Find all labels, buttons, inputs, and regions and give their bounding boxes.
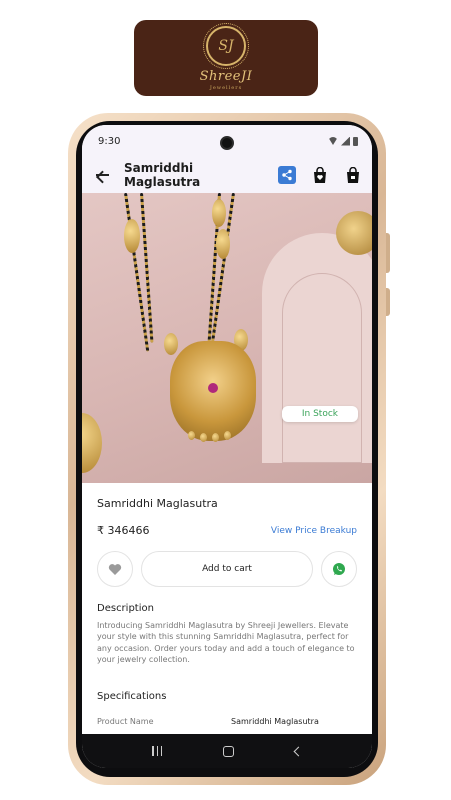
side-ornament <box>82 413 102 473</box>
pendant-drop <box>200 433 207 442</box>
spec-value: Samriddhi Maglasutra <box>231 717 319 727</box>
product-name: Samriddhi Maglasutra <box>97 497 218 510</box>
phone-screen: 9:30 Samriddhi Maglasutra In Stock Samri… <box>82 125 372 768</box>
power-button <box>386 288 390 316</box>
add-to-cart-button[interactable]: Add to cart <box>141 551 313 587</box>
description-title: Description <box>97 603 154 614</box>
pendant-drop <box>188 431 195 440</box>
logo-emblem: SJ <box>203 22 249 69</box>
pendant-drop <box>224 431 231 440</box>
product-price: ₹ 346466 <box>97 524 150 537</box>
whatsapp-button[interactable] <box>321 551 357 587</box>
action-row: Add to cart <box>97 551 357 587</box>
signal-icon <box>341 136 350 146</box>
spec-row: Product Name Samriddhi Maglasutra <box>97 717 357 726</box>
wifi-icon <box>328 137 338 145</box>
status-bar: 9:30 <box>82 125 372 157</box>
logo-monogram: SJ <box>218 37 234 54</box>
gold-bead <box>124 219 140 253</box>
system-back-icon[interactable] <box>293 746 304 756</box>
background-decor-line <box>282 273 362 463</box>
product-details: Samriddhi Maglasutra ₹ 346466 View Price… <box>82 483 372 726</box>
status-icons <box>328 136 358 146</box>
heart-icon <box>108 563 122 575</box>
brand-logo: SJ ShreeJI Jewellers <box>134 20 318 96</box>
volume-button <box>386 233 390 273</box>
stage: SJ ShreeJI Jewellers 9:30 Samriddhi Magl… <box>0 0 451 800</box>
app-bar: Samriddhi Maglasutra <box>82 157 372 193</box>
pendant-stone <box>208 383 218 393</box>
specifications-title: Specifications <box>97 691 167 703</box>
back-arrow-icon[interactable] <box>94 166 112 184</box>
wishlist-button[interactable] <box>97 551 133 587</box>
description-text: Introducing Samriddhi Maglasutra by Shre… <box>97 621 355 664</box>
pendant-drop <box>212 433 219 442</box>
product-image[interactable] <box>82 193 372 483</box>
logo-subtitle: Jewellers <box>209 84 243 91</box>
view-price-breakup-link[interactable]: View Price Breakup <box>271 526 357 536</box>
gold-bead <box>212 199 226 227</box>
spec-label: Product Name <box>97 717 154 727</box>
system-nav-bar <box>82 734 372 768</box>
price-row: ₹ 346466 View Price Breakup <box>97 524 357 537</box>
logo-name: ShreeJI <box>199 68 253 84</box>
camera-punch-hole <box>220 136 234 150</box>
brass-bowl-prop <box>336 211 372 255</box>
home-icon[interactable] <box>222 745 234 757</box>
status-time: 9:30 <box>98 135 121 147</box>
recents-icon[interactable] <box>152 746 163 756</box>
gold-bead <box>216 229 230 259</box>
share-icon[interactable] <box>278 166 296 184</box>
stock-status-badge: In Stock <box>281 406 358 422</box>
gold-bead <box>164 333 178 355</box>
page-title: Samriddhi Maglasutra <box>124 161 201 189</box>
whatsapp-icon <box>333 563 345 575</box>
shopping-bag-icon[interactable] <box>344 166 362 184</box>
wishlist-bag-icon[interactable] <box>311 166 329 184</box>
battery-icon <box>353 136 358 146</box>
